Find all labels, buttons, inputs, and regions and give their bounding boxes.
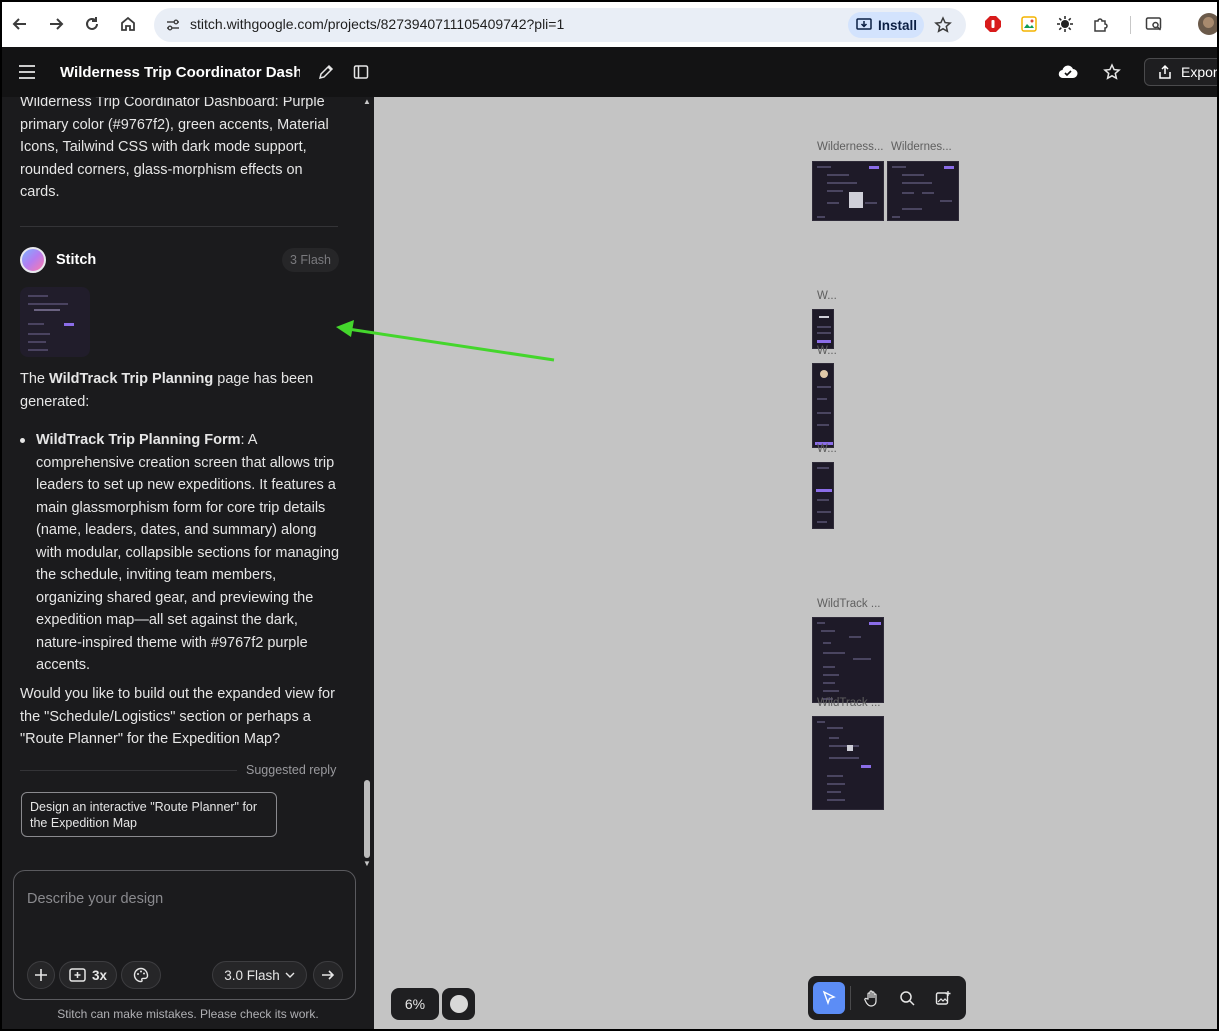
screenshot-frame: stitch.withgoogle.com/projects/827394071… — [0, 0, 1219, 1031]
annotation-arrow — [336, 320, 555, 362]
